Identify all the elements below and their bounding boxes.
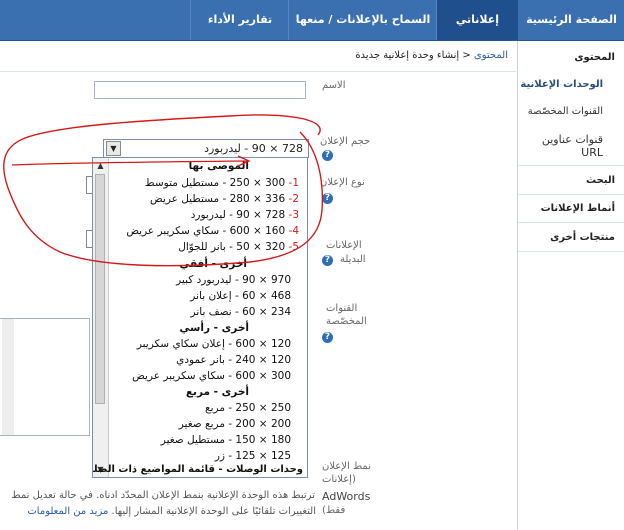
red-annotation-overlay xyxy=(3,114,324,267)
annotation-arrow xyxy=(11,160,249,166)
annotation-circle xyxy=(3,114,324,267)
